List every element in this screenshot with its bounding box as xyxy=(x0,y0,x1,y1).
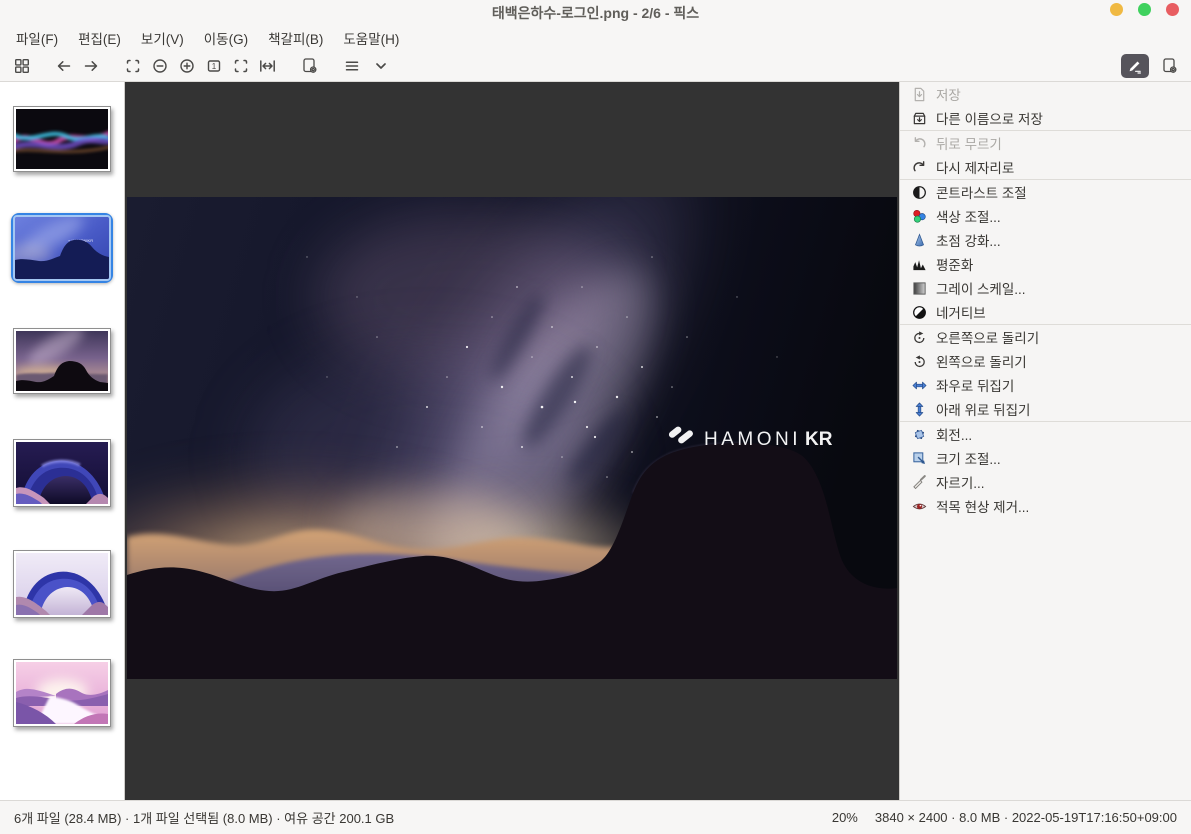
app-window: 태백은하수-로그인.png - 2/6 - 픽스 파일(F) 편집(E) 보기(… xyxy=(0,0,1191,834)
edit-item-sharpen[interactable]: 초점 강화... xyxy=(900,228,1191,252)
edit-item-undo[interactable]: 뒤로 무르기 xyxy=(900,131,1191,155)
svg-text:KR: KR xyxy=(805,429,833,450)
rotate-icon xyxy=(911,426,927,442)
zoom-100-icon[interactable]: 1 xyxy=(200,54,227,78)
menu-icon[interactable] xyxy=(338,54,365,78)
file-count-status: 6개 파일 (28.4 MB) · 1개 파일 선택됨 (8.0 MB) · 여… xyxy=(14,808,832,827)
edit-item-flip-horizontal[interactable]: 좌우로 뒤집기 xyxy=(900,373,1191,397)
edit-panel: 저장 다른 이름으로 저장 뒤로 무르기 다시 제자리로 콘트라스트 조절 xyxy=(899,82,1191,800)
apply-tools-icon[interactable] xyxy=(296,54,323,78)
titlebar: 태백은하수-로그인.png - 2/6 - 픽스 xyxy=(0,0,1191,25)
edit-item-contrast[interactable]: 콘트라스트 조절 xyxy=(900,180,1191,204)
menu-edit[interactable]: 편집(E) xyxy=(68,26,131,50)
thumbnail-6-pink-valley[interactable] xyxy=(13,659,111,727)
zoom-out-icon[interactable] xyxy=(146,54,173,78)
undo-icon xyxy=(911,135,927,151)
edit-item-color-adjust[interactable]: 색상 조절... xyxy=(900,204,1191,228)
close-button[interactable] xyxy=(1166,3,1179,16)
edit-file-button[interactable] xyxy=(1121,54,1149,78)
zoom-level: 20% xyxy=(832,810,858,825)
flip-vertical-icon xyxy=(911,401,927,417)
thumbnail-4-arch-dark[interactable] xyxy=(13,439,111,507)
menu-view[interactable]: 보기(V) xyxy=(131,26,194,50)
edit-item-resize[interactable]: 크기 조절... xyxy=(900,446,1191,470)
edit-item-rotate-free[interactable]: 회전... xyxy=(900,422,1191,446)
back-icon[interactable] xyxy=(50,54,77,78)
resize-icon xyxy=(911,450,927,466)
redo-icon xyxy=(911,159,927,175)
edit-item-crop[interactable]: 자르기... xyxy=(900,470,1191,494)
forward-icon[interactable] xyxy=(77,54,104,78)
negative-icon xyxy=(911,304,927,320)
pencil-icon xyxy=(1127,58,1143,74)
svg-text:HAMONI: HAMONI xyxy=(704,429,801,450)
maximize-button[interactable] xyxy=(1138,3,1151,16)
edit-item-negative[interactable]: 네거티브 xyxy=(900,300,1191,324)
red-eye-icon xyxy=(911,498,927,514)
crop-icon xyxy=(911,474,927,490)
window-controls xyxy=(1110,3,1179,16)
zoom-fit-icon[interactable] xyxy=(119,54,146,78)
edit-item-save[interactable]: 저장 xyxy=(900,82,1191,106)
thumbnail-1-aurora[interactable] xyxy=(13,106,111,172)
edit-item-grayscale[interactable]: 그레이 스케일... xyxy=(900,276,1191,300)
chevron-down-icon[interactable] xyxy=(367,54,394,78)
window-title: 태백은하수-로그인.png - 2/6 - 픽스 xyxy=(492,3,699,23)
toolbar-right-group xyxy=(1121,54,1183,78)
save-as-icon xyxy=(911,110,927,126)
edit-item-equalize[interactable]: 평준화 xyxy=(900,252,1191,276)
menu-bookmarks[interactable]: 책갈피(B) xyxy=(258,26,333,50)
contrast-icon xyxy=(911,184,927,200)
sharpen-icon xyxy=(911,232,927,248)
equalize-icon xyxy=(911,256,927,272)
edit-item-red-eye[interactable]: 적목 현상 제거... xyxy=(900,494,1191,518)
edit-item-rotate-right[interactable]: 오른쪽으로 돌리기 xyxy=(900,325,1191,349)
minimize-button[interactable] xyxy=(1110,3,1123,16)
zoom-fit-best-icon[interactable] xyxy=(227,54,254,78)
edit-item-flip-vertical[interactable]: 아래 위로 뒤집기 xyxy=(900,397,1191,421)
image-info-status: 3840 × 2400 · 8.0 MB · 2022-05-19T17:16:… xyxy=(875,810,1177,825)
menu-file[interactable]: 파일(F) xyxy=(6,26,68,50)
grayscale-icon xyxy=(911,280,927,296)
flip-horizontal-icon xyxy=(911,377,927,393)
fit-width-icon[interactable] xyxy=(254,54,281,78)
main-image: HAMONI KR xyxy=(127,197,897,679)
rotate-right-icon xyxy=(911,329,927,345)
edit-item-save-as[interactable]: 다른 이름으로 저장 xyxy=(900,106,1191,130)
zoom-in-icon[interactable] xyxy=(173,54,200,78)
rotate-left-icon xyxy=(911,353,927,369)
save-icon xyxy=(911,86,927,102)
menu-go[interactable]: 이동(G) xyxy=(194,26,258,50)
toolbar: 1 xyxy=(0,50,1191,82)
statusbar: 6개 파일 (28.4 MB) · 1개 파일 선택됨 (8.0 MB) · 여… xyxy=(0,800,1191,834)
thumbnail-5-arch-light[interactable] xyxy=(13,550,111,618)
edit-item-rotate-left[interactable]: 왼쪽으로 돌리기 xyxy=(900,349,1191,373)
browser-grid-icon[interactable] xyxy=(8,54,35,78)
edit-item-redo[interactable]: 다시 제자리로 xyxy=(900,155,1191,179)
menubar: 파일(F) 편집(E) 보기(V) 이동(G) 책갈피(B) 도움말(H) xyxy=(0,25,1191,50)
svg-text:1: 1 xyxy=(211,61,216,70)
color-adjust-icon xyxy=(911,208,927,224)
thumbnail-sidebar: ⌁ HAMONIKR xyxy=(0,82,125,800)
thumbnail-2-milkyway-blue-selected[interactable]: ⌁ HAMONIKR xyxy=(11,213,113,283)
menu-help[interactable]: 도움말(H) xyxy=(333,26,409,50)
thumbnail-3-milkyway[interactable] xyxy=(13,328,111,394)
image-canvas[interactable]: HAMONI KR xyxy=(125,82,899,800)
file-properties-icon[interactable] xyxy=(1156,54,1183,78)
